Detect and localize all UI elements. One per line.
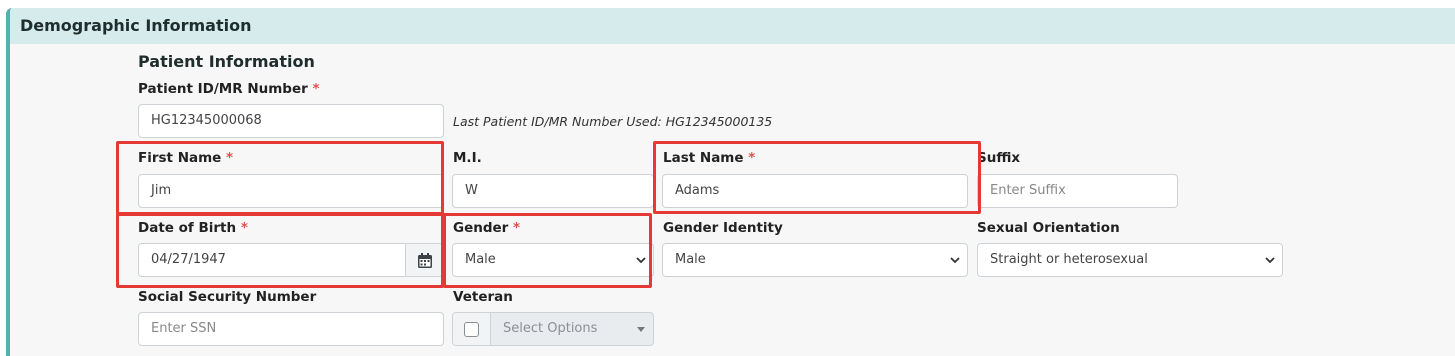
chevron-down-icon xyxy=(636,257,646,264)
panel-title: Demographic Information xyxy=(20,16,252,35)
first-name-label-text: First Name xyxy=(138,150,222,166)
sexual-orientation-label: Sexual Orientation xyxy=(977,220,1120,236)
veteran-checkbox[interactable] xyxy=(464,321,479,337)
last-name-input[interactable]: Adams xyxy=(662,174,968,208)
gender-select[interactable]: Male xyxy=(452,243,654,277)
caret-down-icon xyxy=(637,327,645,332)
gender-identity-label: Gender Identity xyxy=(663,220,783,236)
first-name-label: First Name * xyxy=(138,150,233,166)
gender-identity-value: Male xyxy=(675,252,706,267)
chevron-down-icon xyxy=(950,257,960,264)
panel-header[interactable]: Demographic Information xyxy=(10,8,1455,44)
last-name-label-text: Last Name xyxy=(663,150,744,166)
veteran-label: Veteran xyxy=(453,289,513,305)
gender-label-text: Gender xyxy=(453,220,509,236)
suffix-label: Suffix xyxy=(977,150,1021,166)
calendar-button[interactable] xyxy=(405,244,443,276)
middle-initial-input[interactable]: W xyxy=(452,174,654,208)
patient-id-label: Patient ID/MR Number * xyxy=(138,81,320,97)
required-asterisk: * xyxy=(748,150,756,166)
required-asterisk: * xyxy=(513,220,521,236)
sexual-orientation-value: Straight or heterosexual xyxy=(990,252,1148,267)
sexual-orientation-select[interactable]: Straight or heterosexual xyxy=(977,243,1283,277)
required-asterisk: * xyxy=(240,220,248,236)
gender-label: Gender * xyxy=(453,220,520,236)
veteran-select-placeholder: Select Options xyxy=(503,321,598,336)
ssn-label: Social Security Number xyxy=(138,289,317,305)
dob-label: Date of Birth * xyxy=(138,220,248,236)
dob-input[interactable]: 04/27/1947 xyxy=(138,243,444,277)
dob-value: 04/27/1947 xyxy=(151,252,226,267)
dob-label-text: Date of Birth xyxy=(138,220,237,236)
section-title: Patient Information xyxy=(138,52,315,71)
veteran-select[interactable]: Select Options xyxy=(452,312,654,346)
required-asterisk: * xyxy=(226,150,234,166)
calendar-icon xyxy=(417,252,432,268)
patient-id-label-text: Patient ID/MR Number xyxy=(138,81,308,97)
gender-identity-select[interactable]: Male xyxy=(662,243,968,277)
suffix-input[interactable]: Enter Suffix xyxy=(977,174,1178,208)
veteran-checkbox-area[interactable] xyxy=(453,313,491,345)
ssn-input[interactable]: Enter SSN xyxy=(138,312,444,346)
last-name-label: Last Name * xyxy=(663,150,755,166)
gender-value: Male xyxy=(465,252,496,267)
last-patient-id-hint: Last Patient ID/MR Number Used: HG123450… xyxy=(453,114,773,129)
first-name-input[interactable]: Jim xyxy=(138,174,444,208)
middle-initial-label: M.I. xyxy=(453,150,482,166)
patient-id-input[interactable]: HG12345000068 xyxy=(138,104,444,138)
required-asterisk: * xyxy=(312,81,320,97)
chevron-down-icon xyxy=(1265,257,1275,264)
